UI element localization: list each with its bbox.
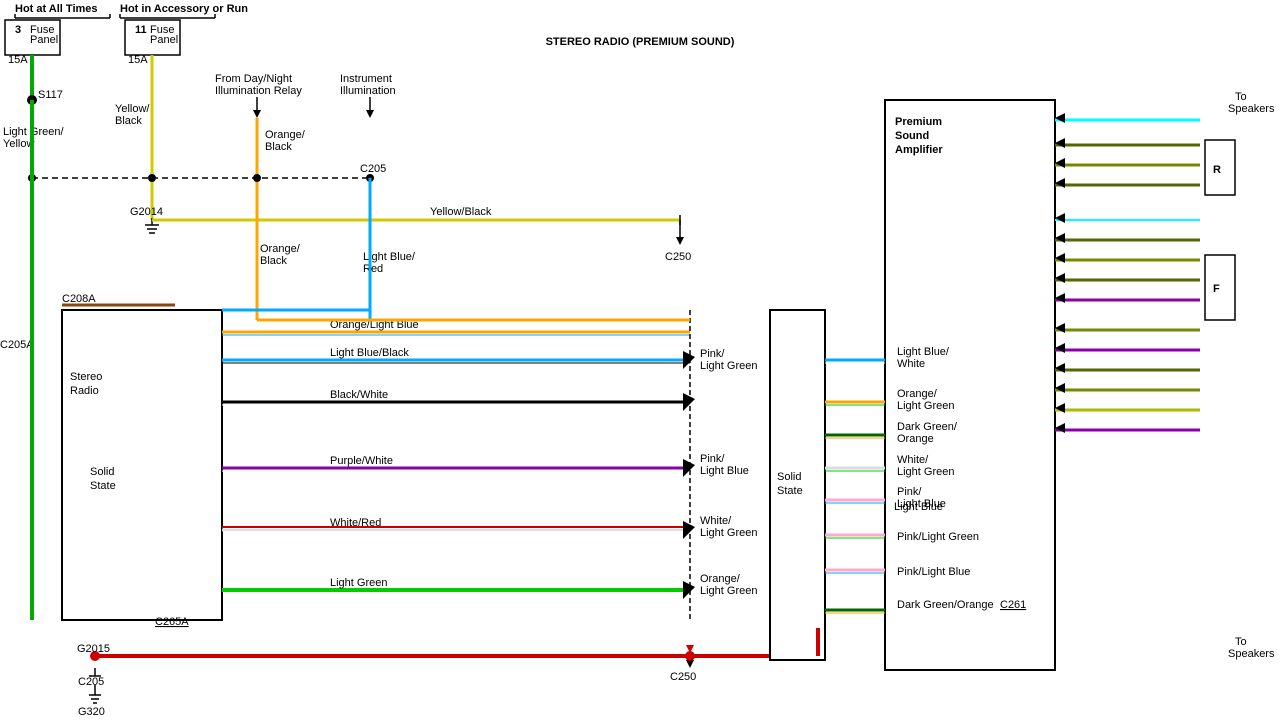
pink-light-blue-amp-label: Pink/ (897, 486, 922, 498)
s117-label: S117 (38, 89, 63, 101)
g2014-label: G2014 (130, 206, 163, 218)
fuse-number-11: 11 (135, 24, 147, 36)
from-day-night-label: From Day/Night (215, 73, 292, 85)
orange-black-top-label2: Black (265, 141, 292, 153)
stereo-radio-label: Stereo (70, 371, 102, 383)
solid-state-right-label2: State (777, 485, 803, 497)
fuse-15a-label-1: 15A (8, 54, 28, 66)
premium-sound-amp-label3: Amplifier (895, 144, 943, 156)
c261-label: C261 (1000, 599, 1026, 611)
dark-green-orange-amp-label2: Orange (897, 433, 934, 445)
pink-light-green-top-label: Pink/ (700, 348, 725, 360)
white-light-green-amp-label: White/ (897, 454, 929, 466)
stereo-radio-label2: Radio (70, 385, 99, 397)
instrument-illumination-label: Instrument (340, 73, 392, 85)
pink-light-blue-mid-label2: Light Blue (700, 465, 749, 477)
dark-green-orange-amp-label: Dark Green/ (897, 421, 958, 433)
yellow-black-top-label2: Black (115, 115, 142, 127)
light-blue-white-label2: White (897, 358, 925, 370)
g2015-label: G2015 (77, 643, 110, 655)
c250-top-label: C250 (665, 251, 691, 263)
c265a-label: C265A (155, 616, 189, 628)
pink-light-green-top-label2: Light Green (700, 360, 757, 372)
dark-green-orange-bot-label: Dark Green/Orange (897, 599, 994, 611)
black-white-label: Black/White (330, 389, 388, 401)
purple-white-label: Purple/White (330, 455, 393, 467)
orange-light-green-bot-label2: Light Green (700, 585, 757, 597)
light-green-label: Light Green (330, 577, 387, 589)
fuse-panel-label-2b: Panel (150, 34, 178, 46)
diagram-title: STEREO RADIO (PREMIUM SOUND) (546, 36, 735, 48)
yellow-black-line-label: Yellow/Black (430, 206, 492, 218)
to-speakers-top-label2: Speakers (1228, 103, 1275, 115)
c205-bot-label: C205 (78, 676, 104, 688)
white-red-label: White/Red (330, 517, 381, 529)
r-label: R (1213, 164, 1221, 176)
pink-light-blue-mid-label: Pink/ (700, 453, 725, 465)
c205-label: C205 (360, 163, 386, 175)
white-light-green-label2: Light Green (700, 527, 757, 539)
solid-state-left-label: Solid (90, 466, 114, 478)
white-light-green-amp-label2: Light Green (897, 466, 954, 478)
c208a-label: C208A (62, 293, 96, 305)
light-green-yellow-label2: Yellow (3, 138, 34, 150)
orange-black-label2: Black (260, 255, 287, 267)
fuse-number-3: 3 (15, 24, 21, 36)
light-blue-red-label2: Red (363, 263, 383, 275)
orange-light-green-amp-label: Orange/ (897, 388, 938, 400)
to-speakers-bot-label: To (1235, 636, 1247, 648)
light-blue-black-label: Light Blue/Black (330, 347, 409, 359)
hot-in-accessory-label: Hot in Accessory or Run (120, 3, 248, 15)
c250-bot-label: C250 (670, 671, 696, 683)
orange-black-top-label: Orange/ (265, 129, 306, 141)
solid-state-left-label2: State (90, 480, 116, 492)
yellow-black-top-label: Yellow/ (115, 103, 150, 115)
g320-label: G320 (78, 706, 105, 718)
fuse-15a-label-2: 15A (128, 54, 148, 66)
orange-black-label: Orange/ (260, 243, 301, 255)
orange-light-green-amp-label2: Light Green (897, 400, 954, 412)
premium-sound-amp-label2: Sound (895, 130, 929, 142)
solid-state-right-label: Solid (777, 471, 801, 483)
pink-light-green-amp-label: Pink/Light Green (897, 531, 979, 543)
white-light-green-label: White/ (700, 515, 732, 527)
light-blue-label: Light Blue (894, 501, 943, 513)
f-label: F (1213, 283, 1220, 295)
to-speakers-bot-label2: Speakers (1228, 648, 1275, 660)
pink-light-blue-amp2-label: Pink/Light Blue (897, 566, 970, 578)
orange-light-green-bot-label: Orange/ (700, 573, 741, 585)
c205a-label: C205A (0, 339, 34, 351)
premium-sound-amp-label: Premium (895, 116, 942, 128)
light-blue-white-label: Light Blue/ (897, 346, 950, 358)
to-speakers-top-label: To (1235, 91, 1247, 103)
hot-at-all-times-label: Hot at All Times (15, 3, 98, 15)
from-day-night-label2: Illumination Relay (215, 85, 302, 97)
fuse-panel-label-1b: Panel (30, 34, 58, 46)
instrument-illumination-label2: Illumination (340, 85, 396, 97)
